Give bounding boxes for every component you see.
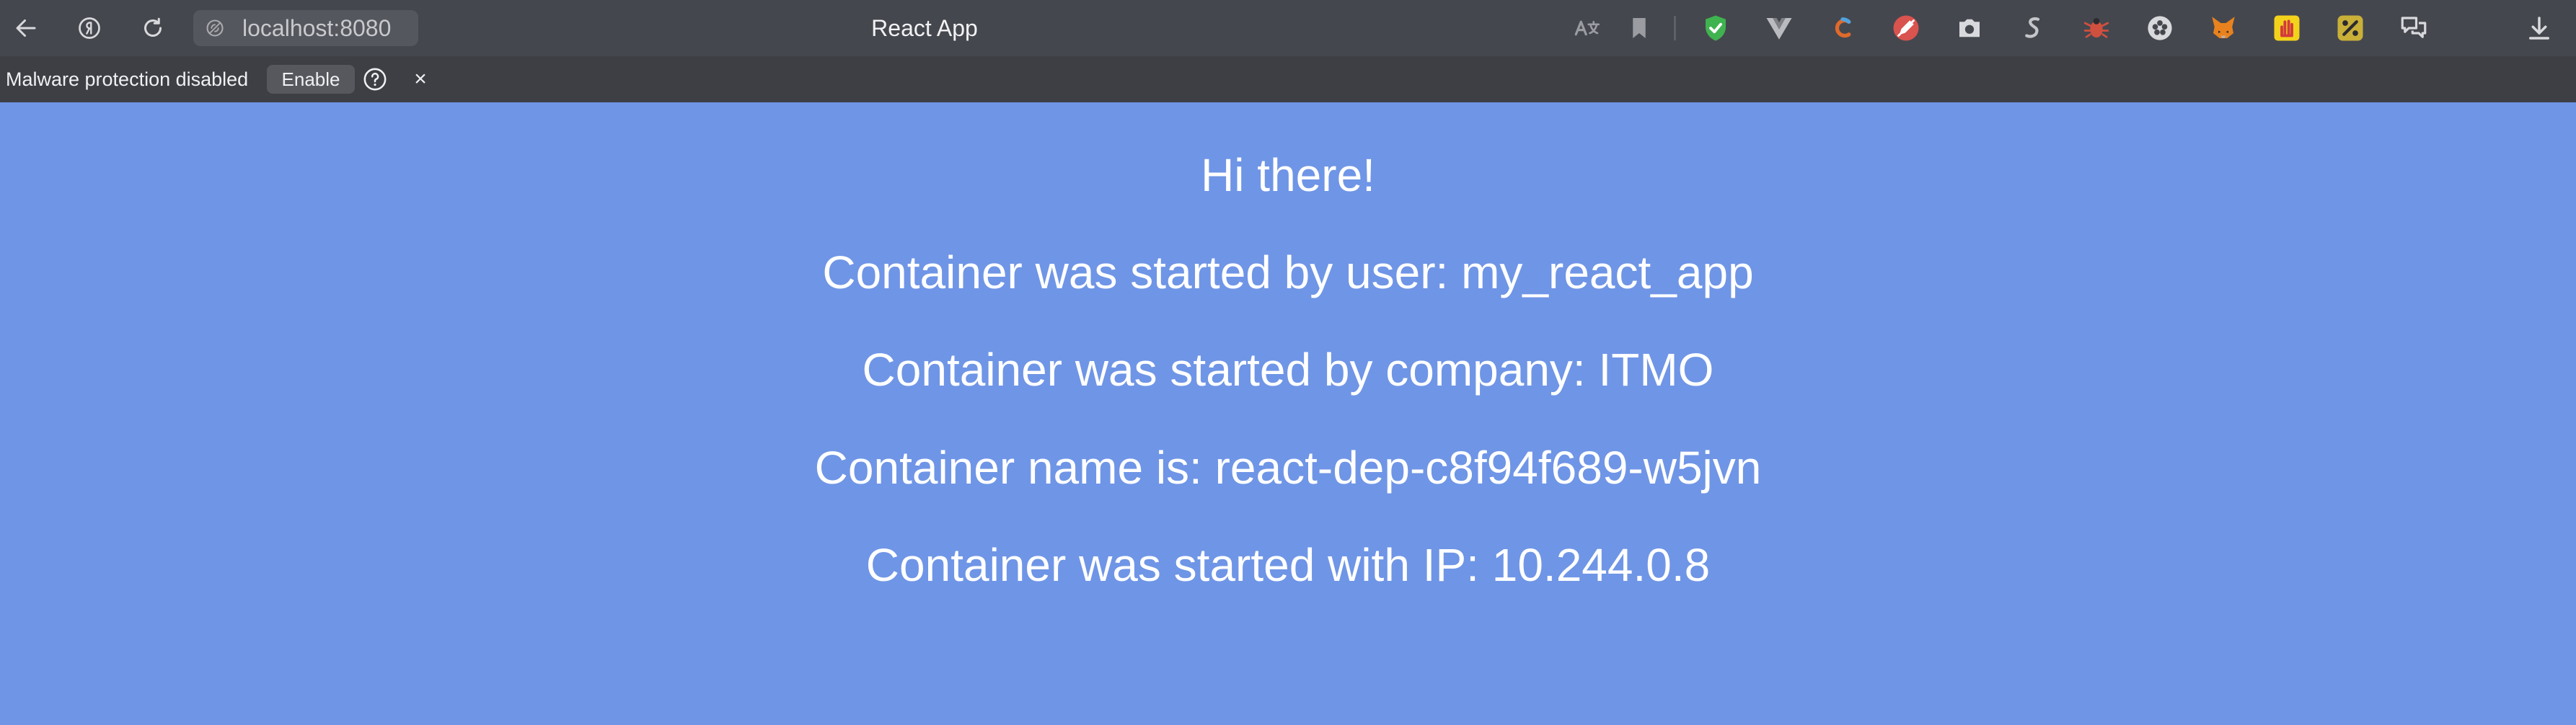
metamask-fox-icon [2212,17,2235,38]
script-s-icon [2025,17,2040,38]
page-content: Hi there! Container was started by user:… [0,102,2576,725]
address-bar[interactable]: localhost:8080 [193,10,418,46]
help-button[interactable] [363,67,387,92]
reload-button[interactable] [138,14,167,43]
camera-icon [1959,19,1980,37]
yandex-button[interactable] [75,14,104,43]
bug-extension[interactable] [2081,13,2112,43]
bookmark-icon [1633,18,1646,38]
no-edit-extension[interactable] [1891,13,1921,43]
coupon-extension[interactable] [2335,13,2365,43]
enable-button[interactable]: Enable [267,65,355,94]
screenshot-extension[interactable] [1954,13,1985,43]
flower-icon [2148,16,2172,40]
translate-icon [1574,20,1600,36]
question-circle-icon [363,68,387,91]
stop-hand-icon [2274,15,2300,41]
container-name-line: Container name is: react-dep-c8f94f689-w… [814,442,1762,494]
close-infobar-button[interactable]: × [408,67,433,92]
chat-extension[interactable] [2399,13,2429,43]
site-info-icon[interactable] [205,18,225,38]
malware-protection-infobar: Malware protection disabled Enable × [0,56,2576,102]
adguard-shield-icon [1706,15,1726,41]
yandex-logo-icon [79,17,100,39]
toolbar-divider [1674,16,1676,40]
colorzilla-extension[interactable] [1827,13,1858,43]
percent-coupon-icon [2337,15,2363,41]
infobar-message: Malware protection disabled [6,68,249,90]
chat-bubbles-icon [2401,17,2427,38]
flower-extension[interactable] [2145,13,2175,43]
script-extension[interactable] [2018,13,2048,43]
back-button[interactable] [12,14,40,43]
user-line: Container was started by user: my_react_… [822,246,1754,298]
metamask-extension[interactable] [2208,13,2238,43]
page-title: React App [871,15,978,41]
stop-hand-extension[interactable] [2272,13,2302,43]
ip-line: Container was started with IP: 10.244.0.… [865,539,1711,591]
vue-devtools-icon [1766,18,1792,40]
translate-button[interactable] [1572,13,1602,43]
url-text[interactable]: localhost:8080 [242,10,391,46]
colorzilla-icon [1835,17,1851,38]
browser-toolbar: localhost:8080 React App [0,0,2576,56]
reload-icon [144,17,162,37]
adguard-extension[interactable] [1701,13,1731,43]
arrow-left-icon [16,19,36,37]
no-edit-icon [1893,15,1919,41]
greeting-heading: Hi there! [1201,149,1375,201]
vue-devtools-extension[interactable] [1764,13,1794,43]
downloads-button[interactable] [2524,13,2554,43]
bookmark-button[interactable] [1624,13,1654,43]
company-line: Container was started by company: ITMO [862,344,1714,396]
bug-icon [2083,18,2109,38]
download-icon [2529,17,2549,40]
